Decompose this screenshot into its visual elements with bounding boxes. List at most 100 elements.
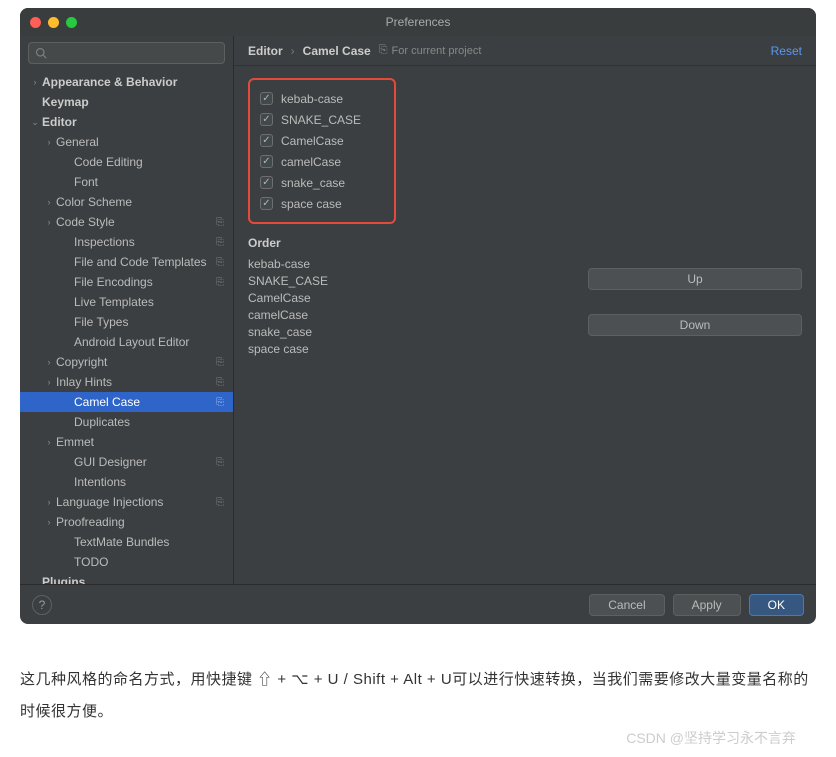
order-item[interactable]: space case (248, 341, 568, 358)
checkbox-label: kebab-case (281, 92, 343, 106)
order-item[interactable]: kebab-case (248, 256, 568, 273)
tree-label: Editor (42, 115, 233, 129)
tree-label: File Types (74, 315, 233, 329)
order-item[interactable]: CamelCase (248, 290, 568, 307)
chevron-icon: › (28, 77, 42, 87)
checkbox-label: SNAKE_CASE (281, 113, 361, 127)
tree-label: Emmet (56, 435, 233, 449)
minimize-icon[interactable] (48, 17, 59, 28)
footer: ? Cancel Apply OK (20, 584, 816, 624)
tree-label: Live Templates (74, 295, 233, 309)
tree-item[interactable]: ›Emmet (20, 432, 233, 452)
search-box[interactable] (28, 42, 225, 64)
tree-item[interactable]: Code Editing (20, 152, 233, 172)
breadcrumb: Editor › Camel Case ⎘ For current projec… (234, 36, 816, 66)
ok-button[interactable]: OK (749, 594, 804, 616)
checkbox-row[interactable]: ✓CamelCase (260, 130, 384, 151)
checkbox-label: space case (281, 197, 342, 211)
checkbox-row[interactable]: ✓snake_case (260, 172, 384, 193)
settings-panel: ✓kebab-case✓SNAKE_CASE✓CamelCase✓camelCa… (234, 66, 816, 584)
tree-item[interactable]: ›Copyright⎘ (20, 352, 233, 372)
order-heading: Order (248, 236, 802, 250)
tree-label: File Encodings (74, 275, 213, 289)
tree-item[interactable]: ⌄Editor (20, 112, 233, 132)
down-button[interactable]: Down (588, 314, 802, 336)
tree-item[interactable]: ›Proofreading (20, 512, 233, 532)
tree-item[interactable]: Camel Case⎘ (20, 392, 233, 412)
checkbox[interactable]: ✓ (260, 176, 273, 189)
tree-item[interactable]: File Encodings⎘ (20, 272, 233, 292)
tree-item[interactable]: Font (20, 172, 233, 192)
tree-item[interactable]: File and Code Templates⎘ (20, 252, 233, 272)
chevron-icon: › (42, 197, 56, 207)
tree-label: Duplicates (74, 415, 233, 429)
tree-label: Proofreading (56, 515, 233, 529)
tree-item[interactable]: GUI Designer⎘ (20, 452, 233, 472)
copy-icon: ⎘ (379, 44, 388, 57)
tree-label: Code Style (56, 215, 213, 229)
tree-item[interactable]: Live Templates (20, 292, 233, 312)
checkbox-row[interactable]: ✓camelCase (260, 151, 384, 172)
checkbox[interactable]: ✓ (260, 197, 273, 210)
tree-item[interactable]: ›Inlay Hints⎘ (20, 372, 233, 392)
tree-item[interactable]: TextMate Bundles (20, 532, 233, 552)
checkbox[interactable]: ✓ (260, 134, 273, 147)
checkbox-row[interactable]: ✓ kebab-case (260, 88, 384, 109)
project-scope-icon: ⎘ (213, 495, 227, 509)
chevron-icon: › (42, 377, 56, 387)
chevron-icon: › (42, 497, 56, 507)
project-scope-icon: ⎘ (213, 375, 227, 389)
order-item[interactable]: camelCase (248, 307, 568, 324)
tree-label: Android Layout Editor (74, 335, 233, 349)
help-button[interactable]: ? (32, 595, 52, 615)
tree-item[interactable]: ›General (20, 132, 233, 152)
tree-item[interactable]: Intentions (20, 472, 233, 492)
tree-item[interactable]: ›Language Injections⎘ (20, 492, 233, 512)
close-icon[interactable] (30, 17, 41, 28)
tree-item[interactable]: Keymap (20, 92, 233, 112)
project-scope-icon: ⎘ (213, 275, 227, 289)
order-section: kebab-caseSNAKE_CASECamelCasecamelCasesn… (248, 256, 802, 358)
tree-label: Code Editing (74, 155, 233, 169)
window-title: Preferences (386, 15, 451, 29)
tree-item[interactable]: ›Appearance & Behavior (20, 72, 233, 92)
checkbox[interactable]: ✓ (260, 92, 273, 105)
order-item[interactable]: SNAKE_CASE (248, 273, 568, 290)
order-list[interactable]: kebab-caseSNAKE_CASECamelCasecamelCasesn… (248, 256, 568, 358)
tree-item[interactable]: TODO (20, 552, 233, 572)
tree-item[interactable]: Inspections⎘ (20, 232, 233, 252)
sidebar: ›Appearance & BehaviorKeymap⌄Editor›Gene… (20, 36, 234, 584)
tree-label: Language Injections (56, 495, 213, 509)
tree-item[interactable]: ›Color Scheme (20, 192, 233, 212)
chevron-right-icon: › (291, 44, 295, 58)
reset-link[interactable]: Reset (771, 44, 802, 58)
checkbox[interactable]: ✓ (260, 155, 273, 168)
tree-label: Copyright (56, 355, 213, 369)
breadcrumb-root: Editor (248, 44, 283, 58)
search-icon (35, 47, 47, 59)
tree-label: Intentions (74, 475, 233, 489)
tree-item[interactable]: File Types (20, 312, 233, 332)
tree-item[interactable]: ›Code Style⎘ (20, 212, 233, 232)
chevron-icon: › (42, 137, 56, 147)
tree-item[interactable]: Duplicates (20, 412, 233, 432)
checkbox-row[interactable]: ✓ SNAKE_CASE (260, 109, 384, 130)
checkbox[interactable]: ✓ (260, 113, 273, 126)
tree-label: GUI Designer (74, 455, 213, 469)
tree-label: Font (74, 175, 233, 189)
settings-tree: ›Appearance & BehaviorKeymap⌄Editor›Gene… (20, 70, 233, 584)
tree-item[interactable]: Android Layout Editor (20, 332, 233, 352)
preferences-window: Preferences ›Appearance & BehaviorKeymap… (20, 8, 816, 624)
search-input[interactable] (53, 47, 218, 59)
zoom-icon[interactable] (66, 17, 77, 28)
up-button[interactable]: Up (588, 268, 802, 290)
apply-button[interactable]: Apply (673, 594, 741, 616)
cancel-button[interactable]: Cancel (589, 594, 664, 616)
order-buttons: Up Down (588, 268, 802, 336)
order-item[interactable]: snake_case (248, 324, 568, 341)
chevron-icon: › (42, 437, 56, 447)
chevron-icon: › (42, 357, 56, 367)
checkbox-row[interactable]: ✓ space case (260, 193, 384, 214)
tree-item[interactable]: Plugins (20, 572, 233, 584)
article-text: 这几种风格的命名方式，用快捷键 ⇧ + ⌥ + U / Shift + Alt … (20, 664, 816, 727)
